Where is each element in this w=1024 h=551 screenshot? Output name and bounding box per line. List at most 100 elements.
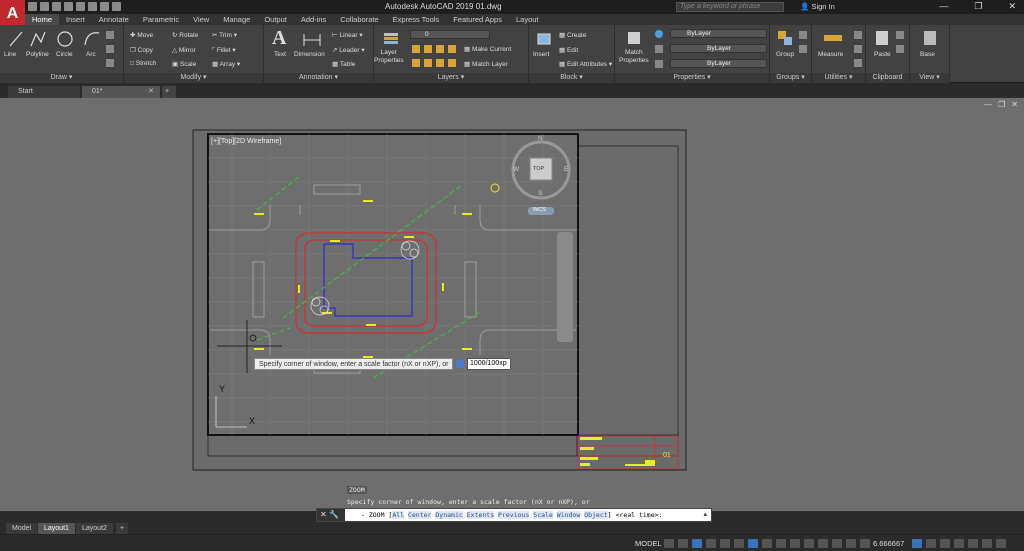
annotation-scale-icon[interactable] — [846, 539, 856, 548]
clean-screen-icon[interactable] — [982, 539, 992, 548]
new-icon[interactable] — [28, 2, 37, 11]
hatch-icon[interactable] — [106, 45, 114, 53]
rotate-button[interactable]: ↻ Rotate — [172, 31, 198, 39]
model-space-toggle[interactable]: MODEL — [635, 539, 662, 548]
lineweight-icon[interactable] — [655, 60, 663, 68]
tab-manage[interactable]: Manage — [216, 14, 257, 25]
fillet-button[interactable]: ⌜ Fillet ▾ — [212, 46, 236, 54]
command-line[interactable]: ✕ 🔧 - ZOOM [All Center Dynamic Extents P… — [316, 508, 712, 522]
measure-icon[interactable] — [822, 31, 844, 45]
viewport-label[interactable]: [+][Top][2D Wireframe] — [211, 138, 281, 145]
new-tab-button[interactable]: + — [162, 86, 176, 98]
arc-icon[interactable] — [83, 29, 101, 49]
base-view-icon[interactable] — [922, 29, 938, 47]
wcs-menu[interactable]: WCS — [533, 207, 546, 213]
base-button[interactable]: Base — [920, 51, 935, 58]
ungroup-icon[interactable] — [799, 31, 807, 39]
insert-icon[interactable] — [535, 29, 553, 47]
tab-collaborate[interactable]: Collaborate — [333, 14, 385, 25]
circle-button[interactable]: Circle — [56, 51, 73, 58]
paste-icon[interactable] — [874, 29, 890, 47]
tab-parametric[interactable]: Parametric — [136, 14, 186, 25]
tab-layout2[interactable]: Layout2 — [76, 523, 113, 534]
match-properties-button[interactable]: Match Properties — [619, 49, 649, 65]
settings-gear-icon[interactable] — [926, 539, 936, 548]
group-icon[interactable] — [776, 29, 794, 47]
region-icon[interactable] — [106, 59, 114, 67]
layer-tool-icon[interactable] — [436, 45, 444, 53]
command-input[interactable]: - ZOOM [All Center Dynamic Extents Previ… — [361, 509, 662, 521]
tab-model[interactable]: Model — [6, 523, 38, 534]
customize-icon[interactable]: 🔧 — [329, 510, 339, 519]
trim-button[interactable]: ✂ Trim ▾ — [212, 31, 237, 39]
dynamic-ucs-icon[interactable] — [804, 539, 814, 548]
zoom-option-extents[interactable]: Extents — [466, 511, 495, 519]
compass-east[interactable]: E — [564, 166, 568, 173]
save-icon[interactable] — [52, 2, 61, 11]
search-input[interactable]: Type a keyword or phrase — [676, 2, 784, 12]
modify-panel-title[interactable]: Modify ▾ — [124, 73, 263, 83]
tab-view[interactable]: View — [186, 14, 216, 25]
transparency-icon[interactable] — [776, 539, 786, 548]
viewport-scale[interactable]: 6.666667 — [873, 539, 904, 548]
command-history-toggle-icon[interactable]: ▴ — [703, 510, 707, 518]
tab-output[interactable]: Output — [257, 14, 294, 25]
leader-button[interactable]: ↗ Leader ▾ — [332, 46, 365, 54]
redo-icon[interactable] — [100, 2, 109, 11]
lineweight-toggle-icon[interactable] — [762, 539, 772, 548]
dynamic-input-field[interactable]: 1000/100xp — [467, 358, 511, 370]
utility-icon[interactable] — [854, 59, 862, 67]
make-current-button[interactable]: ▦ Make Current — [464, 45, 511, 53]
restore-icon[interactable]: ❐ — [974, 1, 982, 12]
linetype-dropdown[interactable]: ByLayer — [670, 44, 767, 53]
layer-tool-icon[interactable] — [412, 59, 420, 67]
insert-button[interactable]: Insert — [533, 51, 549, 58]
view-panel-title[interactable]: View ▾ — [910, 73, 949, 83]
group-edit-icon[interactable] — [799, 45, 807, 53]
viewport-lock-icon[interactable] — [912, 539, 922, 548]
properties-panel-title[interactable]: Properties ▾ — [615, 73, 769, 83]
layer-tool-icon[interactable] — [424, 59, 432, 67]
viewcube-top[interactable]: TOP — [533, 166, 544, 172]
close-drawing-icon[interactable]: ✕ — [1011, 100, 1018, 109]
array-button[interactable]: ▦ Array ▾ — [212, 60, 240, 68]
plot-icon[interactable] — [76, 2, 85, 11]
file-tab-current[interactable]: 01* ✕ — [82, 86, 160, 98]
open-icon[interactable] — [40, 2, 49, 11]
customization-menu-icon[interactable] — [996, 539, 1006, 548]
polar-icon[interactable] — [706, 539, 716, 548]
tab-express-tools[interactable]: Express Tools — [386, 14, 447, 25]
layer-tool-icon[interactable] — [448, 45, 456, 53]
isolate-objects-icon[interactable] — [954, 539, 964, 548]
tab-layout1[interactable]: Layout1 — [38, 523, 75, 534]
color-wheel-icon[interactable] — [655, 30, 663, 38]
polyline-button[interactable]: Polyline — [26, 51, 49, 58]
color-dropdown[interactable]: ByLayer — [670, 29, 767, 38]
hardware-acceleration-icon[interactable] — [968, 539, 978, 548]
undo-icon[interactable] — [88, 2, 97, 11]
layer-tool-icon[interactable] — [448, 59, 456, 67]
layer-properties-icon[interactable] — [382, 29, 400, 47]
mirror-button[interactable]: △ Mirror — [172, 46, 196, 54]
zoom-option-scale[interactable]: Scale — [533, 511, 553, 519]
cut-icon[interactable] — [896, 31, 904, 39]
utilities-panel-title[interactable]: Utilities ▾ — [812, 73, 865, 83]
options-arrow-icon[interactable] — [456, 360, 464, 368]
arc-button[interactable]: Arc — [86, 51, 96, 58]
linetype-icon[interactable] — [655, 45, 663, 53]
osnap-icon[interactable] — [734, 539, 744, 548]
minimize-drawing-icon[interactable]: — — [984, 100, 992, 109]
tab-home[interactable]: Home — [25, 14, 60, 25]
tab-add-ins[interactable]: Add-ins — [294, 14, 333, 25]
plus-icon[interactable] — [940, 539, 950, 548]
annotation-panel-title[interactable]: Annotation ▾ — [264, 73, 373, 83]
add-layout-button[interactable]: + — [116, 523, 129, 534]
compass-south[interactable]: S — [538, 190, 542, 197]
stretch-button[interactable]: □ Stretch — [130, 60, 156, 67]
save-as-icon[interactable] — [64, 2, 73, 11]
edit-block-button[interactable]: ▦ Edit — [559, 46, 578, 54]
close-icon[interactable]: ✕ — [1008, 1, 1016, 12]
autoscale-icon[interactable] — [832, 539, 842, 548]
compass-west[interactable]: W — [513, 166, 519, 173]
application-menu-logo[interactable]: A — [0, 0, 25, 28]
